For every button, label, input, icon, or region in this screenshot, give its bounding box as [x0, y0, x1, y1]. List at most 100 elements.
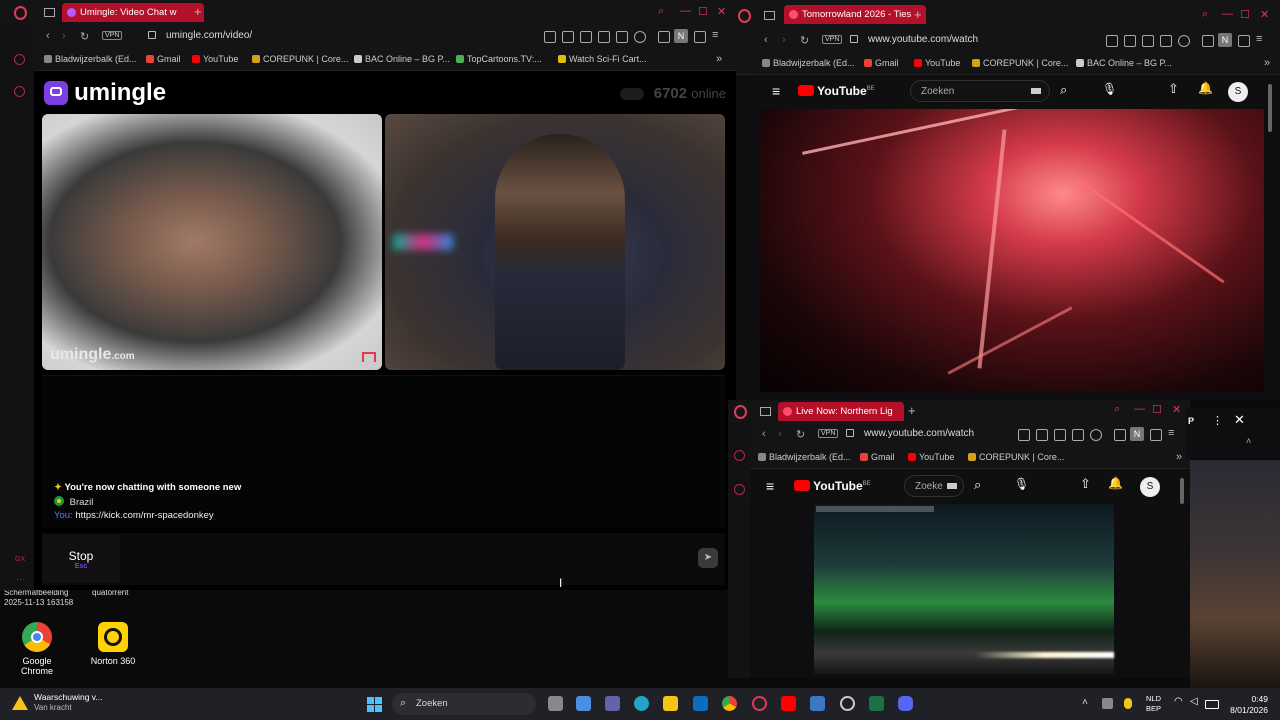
bookmark-item[interactable]: Gmail — [864, 58, 899, 68]
chrome-icon[interactable] — [722, 696, 737, 711]
tab-umingle[interactable]: Umingle: Video Chat w — [62, 3, 204, 22]
snapshot-icon[interactable] — [1036, 429, 1048, 441]
edge-icon[interactable] — [634, 696, 649, 711]
search-tabs-icon[interactable]: ⌕ — [1114, 403, 1120, 416]
desktop-icon-chrome[interactable]: Google Chrome — [6, 622, 68, 676]
new-tab-button[interactable]: + — [194, 5, 202, 18]
youtube-search-input[interactable]: Zoeken — [910, 80, 1050, 102]
bookmarks-more-icon[interactable]: » — [1264, 57, 1270, 69]
menu-icon[interactable]: ≡ — [772, 83, 780, 99]
notifications-icon[interactable]: 🔔 — [1198, 81, 1213, 95]
sidebar-bag-icon[interactable] — [734, 450, 745, 461]
opera-gx-icon[interactable] — [752, 696, 767, 711]
back-icon[interactable]: ‹ — [762, 428, 766, 440]
clock[interactable]: 0:49 8/01/2026 — [1222, 694, 1268, 716]
extensions-icon[interactable] — [1114, 429, 1126, 441]
battery-icon[interactable] — [1205, 700, 1219, 709]
outlook-icon[interactable] — [693, 696, 708, 711]
heart-icon[interactable] — [1178, 35, 1190, 47]
notifications-icon[interactable]: 🔔 — [1108, 476, 1123, 490]
language-indicator[interactable]: NLD BEP — [1146, 694, 1161, 714]
close-icon[interactable]: ✕ — [717, 5, 726, 18]
download-icon[interactable] — [694, 31, 706, 43]
keyboard-icon[interactable] — [947, 483, 957, 489]
send-button[interactable]: ➤ — [698, 548, 718, 568]
bookmarks-more-icon[interactable]: » — [1176, 451, 1182, 463]
easy-setup-icon[interactable]: ≡ — [1256, 33, 1262, 45]
heart-icon[interactable] — [634, 31, 646, 43]
overlay-close-icon[interactable]: ✕ — [1234, 412, 1245, 428]
minimize-icon[interactable]: — — [1134, 403, 1145, 415]
tray-chevron-icon[interactable]: ˄ — [1082, 697, 1088, 708]
bookmark-item[interactable]: BAC Online – BG P... — [354, 54, 450, 64]
excel-icon[interactable] — [869, 696, 884, 711]
bookmark-item[interactable]: TopCartoons.TV:... — [456, 54, 542, 64]
snapshot-icon[interactable] — [1124, 35, 1136, 47]
player-icon[interactable] — [1072, 429, 1084, 441]
bookmark-icon[interactable] — [544, 31, 556, 43]
avatar[interactable]: S — [1228, 82, 1248, 102]
bookmark-item[interactable]: Bladwijzerbalk (Ed... — [44, 54, 137, 64]
minimize-icon[interactable]: — — [1222, 8, 1233, 20]
forward-icon[interactable]: › — [782, 34, 786, 46]
translate-icon[interactable] — [598, 31, 610, 43]
desktop-icon-norton[interactable]: Norton 360 — [82, 622, 144, 666]
overlay-more-icon[interactable]: ⋮ — [1212, 414, 1223, 427]
bookmark-item[interactable]: BAC Online – BG P... — [1076, 58, 1172, 68]
mic-icon[interactable]: 🎙 — [1102, 82, 1117, 96]
search-icon[interactable]: ⌕ — [1060, 82, 1067, 98]
tab-islands-icon[interactable] — [764, 11, 775, 20]
share-icon[interactable]: ⇧ — [1168, 81, 1179, 97]
url-text[interactable]: umingle.com/video/ — [166, 30, 252, 41]
youtube-video-northern-lights[interactable] — [814, 504, 1114, 674]
opera-logo-icon[interactable] — [734, 405, 747, 419]
sidebar-history-icon[interactable] — [734, 484, 745, 495]
easy-setup-icon[interactable]: ≡ — [712, 29, 718, 41]
discord-icon[interactable] — [898, 696, 913, 711]
scrollbar[interactable] — [1268, 84, 1272, 132]
tab-northern-lights[interactable]: Live Now: Northern Lig — [778, 402, 904, 421]
shield-icon[interactable] — [580, 31, 592, 43]
snapshot-icon[interactable] — [562, 31, 574, 43]
store-icon[interactable] — [576, 696, 591, 711]
tab-islands-icon[interactable] — [44, 8, 55, 17]
youtube-logo[interactable]: YouTubeBE — [798, 84, 875, 98]
download-icon[interactable] — [1150, 429, 1162, 441]
calculator-icon[interactable] — [810, 696, 825, 711]
bookmark-item[interactable]: COREPUNK | Core... — [968, 452, 1064, 462]
search-icon[interactable]: ⌕ — [974, 477, 981, 493]
file-explorer-icon[interactable] — [663, 696, 678, 711]
bookmark-item[interactable]: Watch Sci-Fi Cart... — [558, 54, 647, 64]
menu-icon[interactable]: ≡ — [766, 478, 774, 494]
you-message-link[interactable]: https://kick.com/mr-spacedonkey — [75, 510, 213, 521]
keyboard-icon[interactable] — [1031, 88, 1041, 94]
reload-icon[interactable]: ↻ — [800, 34, 809, 47]
back-icon[interactable]: ‹ — [764, 34, 768, 46]
search-tabs-icon[interactable]: ⌕ — [658, 5, 664, 18]
online-toggle[interactable] — [619, 88, 644, 101]
youtube-search-input[interactable]: Zoeke — [904, 475, 964, 497]
minimize-icon[interactable]: — — [680, 5, 691, 17]
bookmark-icon[interactable] — [1018, 429, 1030, 441]
opera-logo-icon[interactable] — [14, 6, 27, 20]
chat-input[interactable] — [126, 535, 686, 583]
start-button[interactable] — [367, 697, 382, 712]
forward-icon[interactable]: › — [778, 428, 782, 440]
wifi-icon[interactable]: ◠ — [1174, 696, 1183, 707]
reload-icon[interactable]: ↻ — [80, 30, 89, 43]
player-icon[interactable] — [1160, 35, 1172, 47]
maximize-icon[interactable]: ☐ — [698, 5, 708, 18]
close-icon[interactable]: ✕ — [1260, 8, 1269, 21]
bookmark-item[interactable]: Bladwijzerbalk (Ed... — [758, 452, 851, 462]
bookmark-icon[interactable] — [1106, 35, 1118, 47]
tab-tomorrowland[interactable]: Tomorrowland 2026 - Ties — [784, 5, 926, 24]
bookmark-item[interactable]: YouTube — [914, 58, 960, 68]
taskbar-search[interactable]: ⌕ Zoeken — [392, 693, 536, 715]
reload-icon[interactable]: ↻ — [796, 428, 805, 441]
scrollbar[interactable] — [1180, 478, 1184, 504]
opera-logo-icon[interactable] — [738, 9, 751, 23]
url-text[interactable]: www.youtube.com/watch — [864, 428, 974, 439]
player-icon[interactable] — [616, 31, 628, 43]
avatar[interactable]: S — [1140, 477, 1160, 497]
shield-icon[interactable] — [1142, 35, 1154, 47]
